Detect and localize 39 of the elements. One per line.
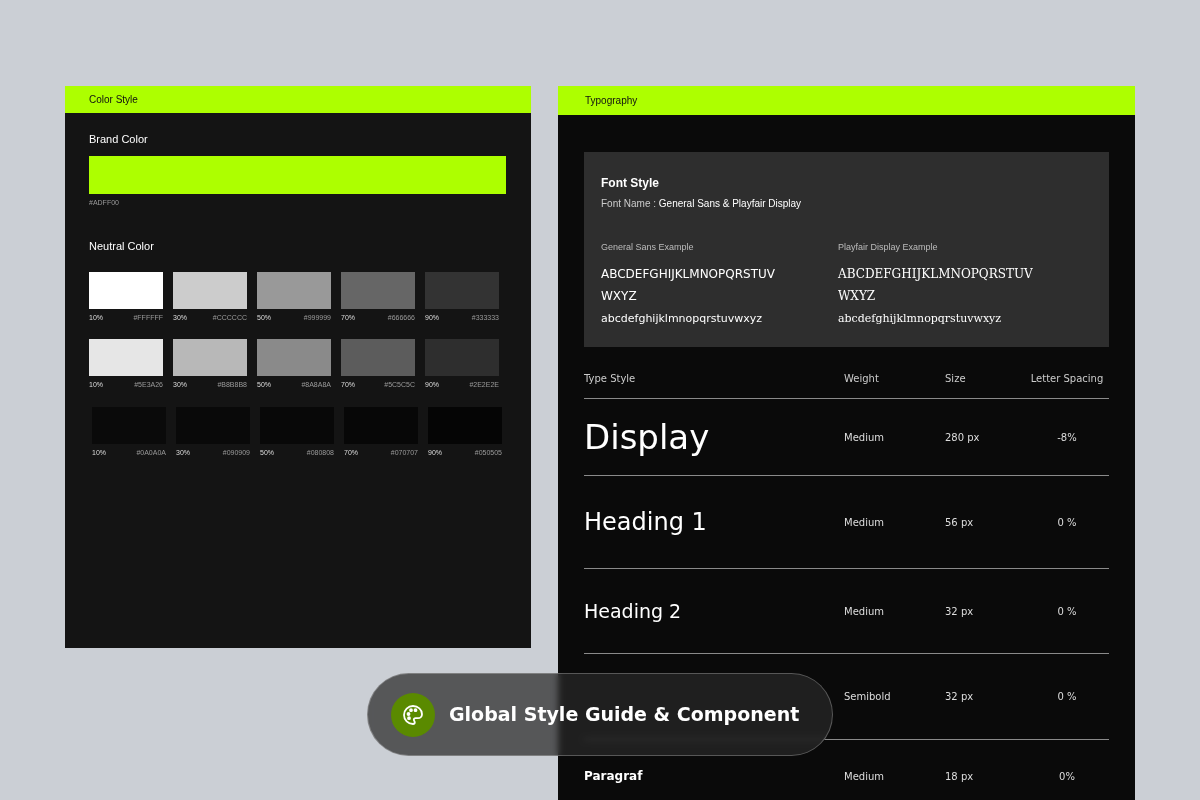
table-cell-text: Medium — [844, 515, 885, 530]
card-title: Font Style — [601, 175, 660, 192]
type-style-sample: Heading 2 — [584, 598, 683, 624]
table-cell-text: 18 px — [945, 769, 975, 784]
type-style-sample: Heading 1 — [584, 507, 708, 538]
table-cell-text: 0 % — [1056, 515, 1078, 530]
column-header: Letter Spacing — [1029, 372, 1105, 386]
type-style-sample: Paragraf — [584, 768, 644, 785]
table-cell-text: 0 % — [1056, 604, 1078, 619]
alphabet-sample: ABCDEFGHIJKLMNOPQRSTUV — [838, 265, 1034, 283]
alphabet-sample: WXYZ — [601, 287, 638, 305]
table-cell-text: Medium — [844, 604, 885, 619]
table-cell-text: Medium — [844, 430, 885, 445]
table-cell-text: 280 px — [945, 430, 981, 445]
table-cell-text: 32 px — [945, 604, 975, 619]
alphabet-sample: WXYZ — [838, 287, 877, 305]
column-header: Size — [945, 372, 967, 386]
table-cell-text: Semibold — [844, 690, 892, 704]
panel-title: Typography — [585, 94, 638, 108]
panel-title: Color Style — [89, 93, 138, 107]
table-cell-text: 0 % — [1056, 690, 1078, 704]
table-cell-text: 56 px — [945, 515, 975, 530]
example-label: Playfair Display Example — [838, 241, 939, 254]
alphabet-sample: abcdefghijklmnopqrstuvwxyz — [838, 310, 1003, 327]
section-title: Neutral Color — [89, 239, 155, 254]
alphabet-sample: ABCDEFGHIJKLMNOPQRSTUV — [601, 265, 777, 283]
example-label: General Sans Example — [601, 241, 695, 254]
table-cell-text: 32 px — [945, 690, 975, 704]
column-header: Weight — [844, 372, 880, 386]
banner-title: Global Style Guide & Component — [449, 702, 800, 728]
table-cell-text: 0% — [1058, 769, 1076, 784]
column-header: Type Style — [584, 372, 637, 386]
table-cell-text: -8% — [1056, 430, 1078, 445]
font-name-line: Font Name : General Sans & Playfair Display — [601, 197, 803, 211]
palette-icon — [401, 702, 425, 727]
table-cell-text: Medium — [844, 769, 885, 784]
type-style-sample: Display — [584, 415, 711, 459]
section-title: Brand Color — [89, 132, 149, 147]
alphabet-sample: abcdefghijklmnopqrstuvwxyz — [601, 310, 764, 327]
